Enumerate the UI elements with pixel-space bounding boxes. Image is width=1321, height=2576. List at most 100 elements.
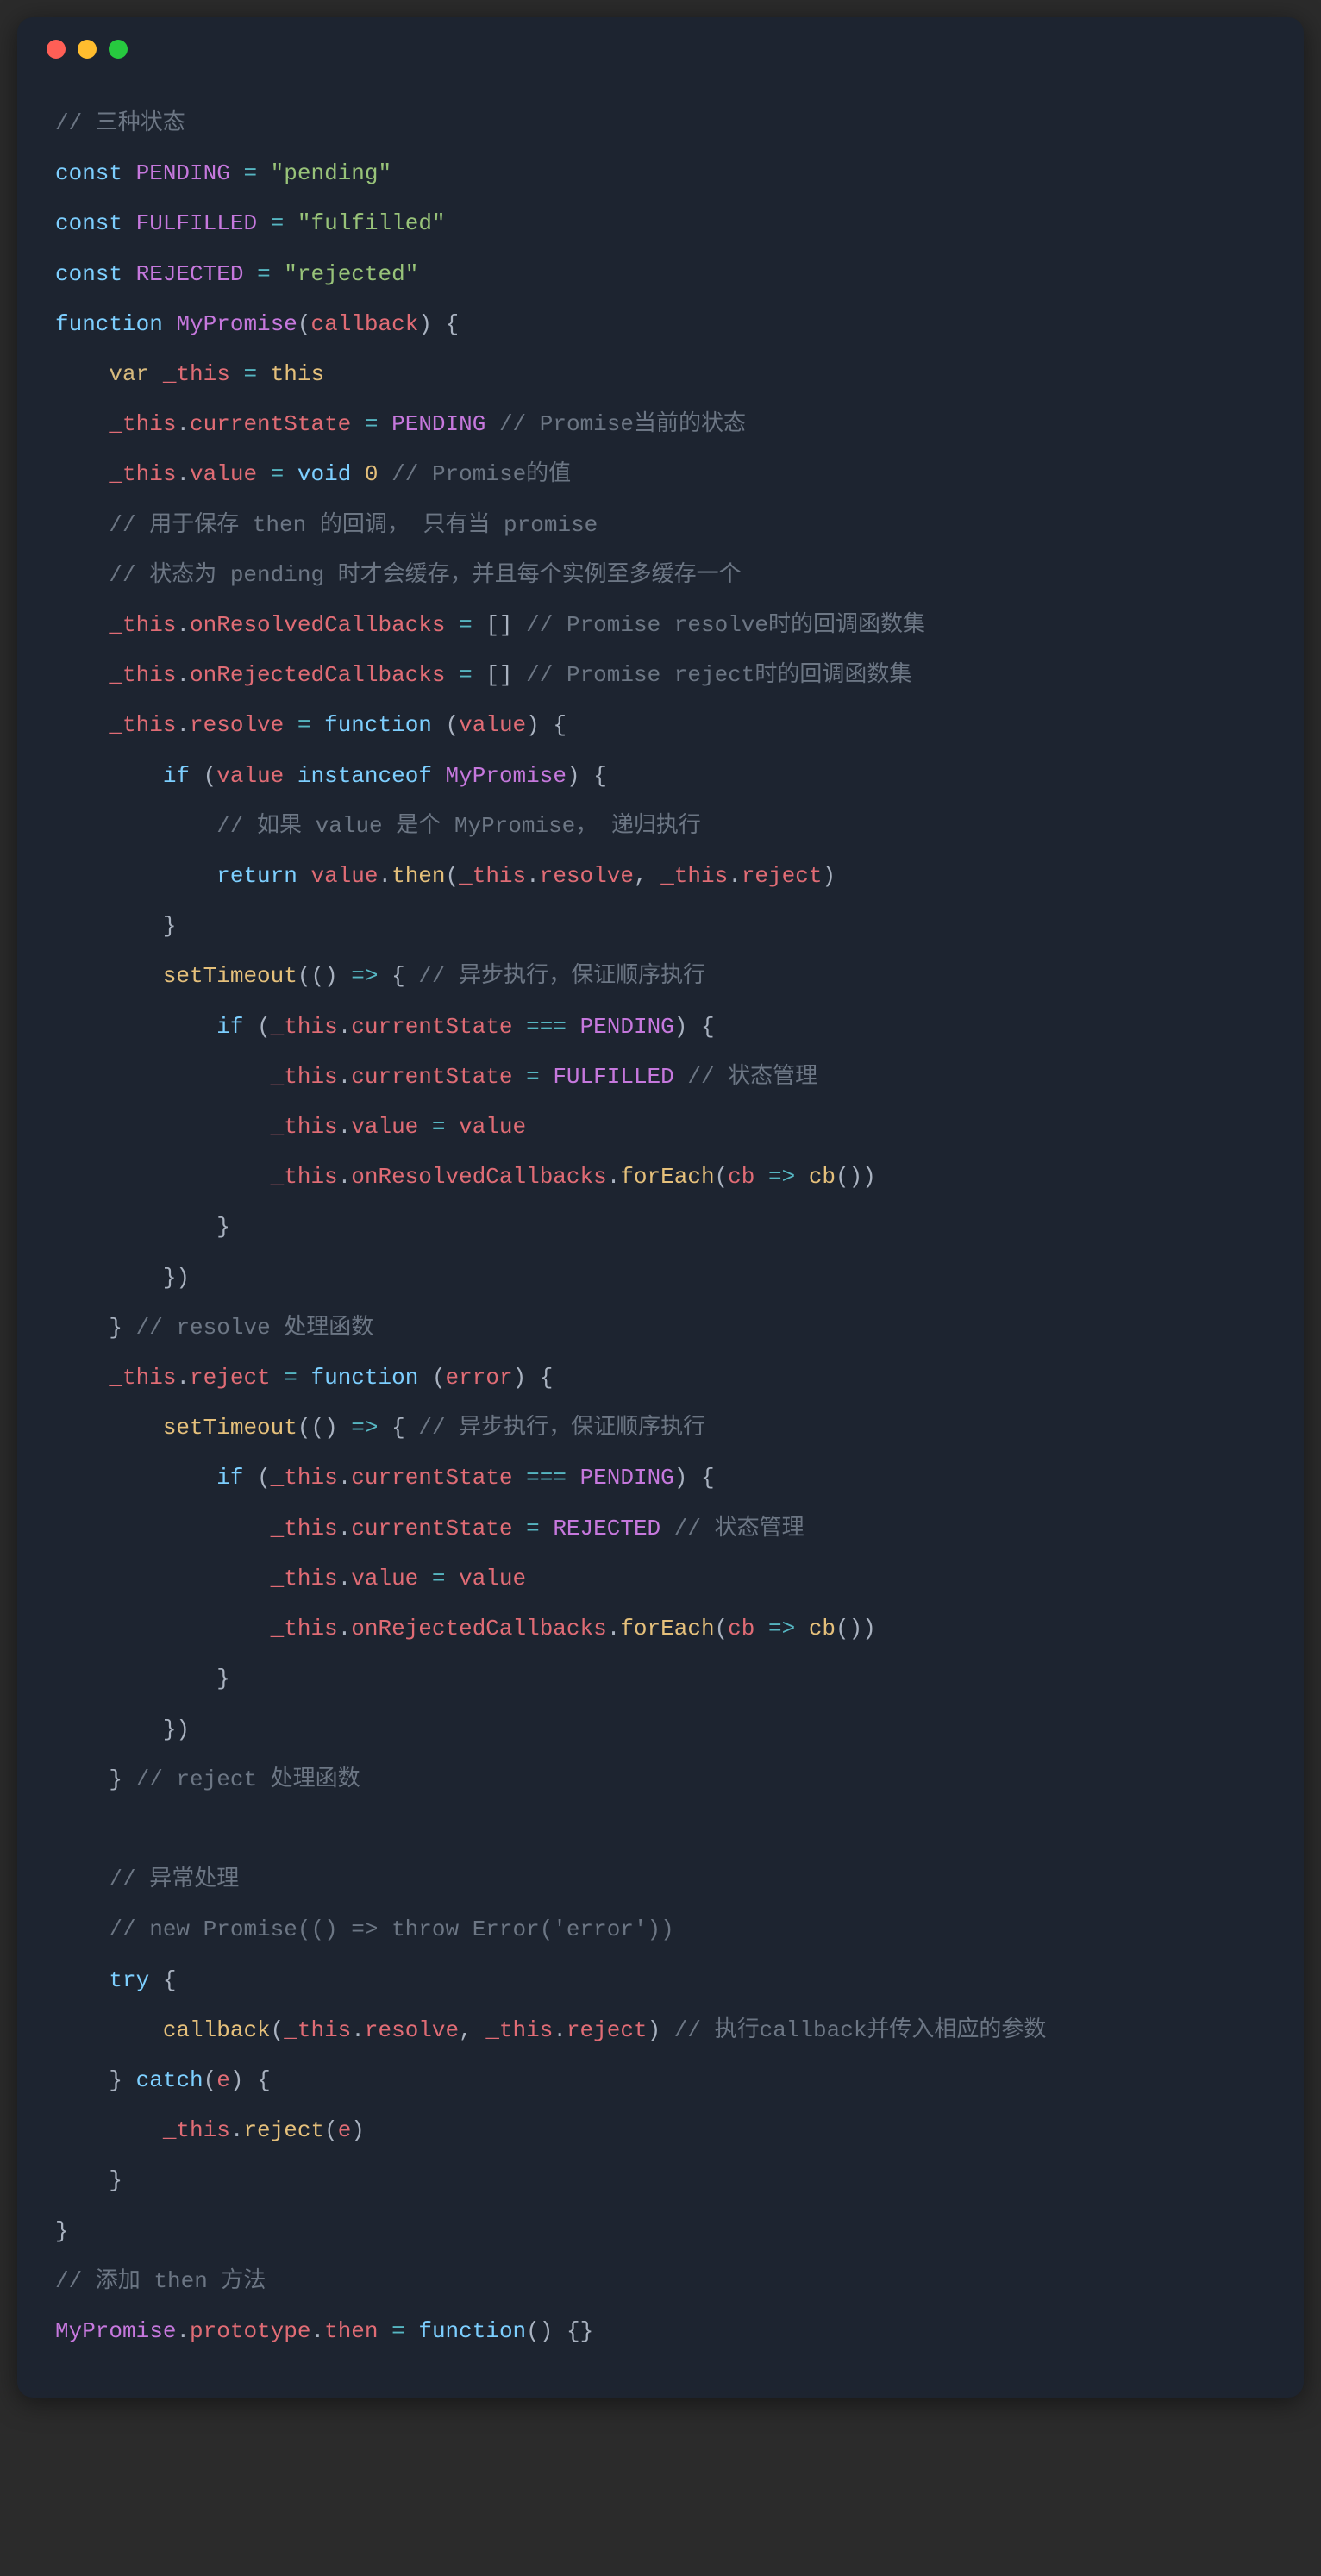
maximize-icon[interactable] [109,40,128,59]
ident-this: _this [163,361,230,387]
keyword-catch: catch [136,2067,203,2093]
keyword-if: if [163,763,190,789]
dot: . [338,1064,352,1090]
arrow: => [768,1164,795,1190]
fn-settimeout: setTimeout [163,963,297,989]
paren: ) [351,2117,365,2143]
comment: // 异常处理 [109,1866,239,1892]
brace: } [109,2167,122,2193]
paren: ( [324,2117,338,2143]
ident: e [338,2117,352,2143]
brace: { [701,1014,715,1040]
dot: . [728,863,742,889]
prop: reject [742,863,823,889]
brace: }) [163,1716,190,1742]
dot: . [176,612,190,638]
dot: . [176,1365,190,1391]
prop: currentState [351,1516,512,1541]
paren: () [526,2318,553,2344]
dot: . [338,1616,352,1641]
op-assign: = [432,1566,446,1591]
keyword-void: void [297,461,351,487]
prop: resolve [540,863,634,889]
ident: PENDING [580,1014,674,1040]
dot: . [378,863,391,889]
paren: ( [446,863,460,889]
param: cb [728,1164,754,1190]
string: "rejected" [284,261,418,287]
op-assign: = [284,1365,297,1391]
comment: // 三种状态 [55,110,185,136]
obj: _this [271,1064,338,1090]
prop: resolve [190,712,284,738]
brace: { [593,763,607,789]
brace: } [109,2067,122,2093]
method: forEach [620,1164,714,1190]
paren: (( [297,963,324,989]
keyword-try: try [109,1967,149,1993]
obj: _this [109,1365,176,1391]
brace: } [109,1315,122,1341]
ident: PENDING [580,1465,674,1491]
paren: (( [297,1415,324,1441]
param: e [216,2067,230,2093]
prop: resolve [365,2017,459,2043]
this: this [271,361,324,387]
comment: // Promise当前的状态 [499,411,746,437]
close-icon[interactable] [47,40,66,59]
comment: // Promise resolve时的回调函数集 [526,612,925,638]
prop: currentState [351,1465,512,1491]
obj: _this [284,2017,351,2043]
keyword-function: function [55,311,163,337]
dot: . [310,2318,324,2344]
paren: ) [567,763,580,789]
minimize-icon[interactable] [78,40,97,59]
op-assign: = [271,461,285,487]
array: [] [485,662,512,688]
ident: value [310,863,378,889]
dot: . [176,712,190,738]
brace: { [701,1465,715,1491]
paren: ( [297,311,311,337]
obj: _this [271,1566,338,1591]
class: MyPromise [55,2318,176,2344]
brace: }) [163,1265,190,1291]
paren: ( [203,2067,217,2093]
obj: _this [271,1164,338,1190]
dot: . [338,1516,352,1541]
op-assign: = [271,210,285,236]
prop: onResolvedCallbacks [351,1164,606,1190]
paren: ) [324,963,338,989]
comment: // 执行callback并传入相应的参数 [674,2017,1047,2043]
op-assign: = [297,712,311,738]
comment: // 异步执行，保证顺序执行 [418,1415,705,1441]
prop: onRejectedCallbacks [351,1616,606,1641]
ident: value [459,1114,526,1140]
obj: _this [271,1014,338,1040]
fn-settimeout: setTimeout [163,1415,297,1441]
comment: // 状态为 pending 时才会缓存，并且每个实例至多缓存一个 [109,562,741,588]
op-assign: = [365,411,379,437]
paren: ( [432,1365,446,1391]
brace: { [446,311,460,337]
keyword-var: var [109,361,149,387]
comment: // 如果 value 是个 MyPromise， 递归执行 [216,813,701,839]
comment: // reject 处理函数 [136,1766,360,1792]
paren: ) [648,2017,661,2043]
fn: cb [809,1164,836,1190]
ident: FULFILLED [553,1064,673,1090]
ident: value [216,763,284,789]
paren: ( [257,1465,271,1491]
obj: _this [459,863,526,889]
brace: } [55,2218,69,2244]
method: reject [243,2117,324,2143]
array: [] [485,612,512,638]
dot: . [607,1616,621,1641]
dot: . [176,461,190,487]
comment: // 添加 then 方法 [55,2268,266,2294]
method: then [391,863,445,889]
brace: { [391,1415,405,1441]
comment: // resolve 处理函数 [136,1315,374,1341]
fn-mypromise: MyPromise [176,311,297,337]
dot: . [338,1014,352,1040]
